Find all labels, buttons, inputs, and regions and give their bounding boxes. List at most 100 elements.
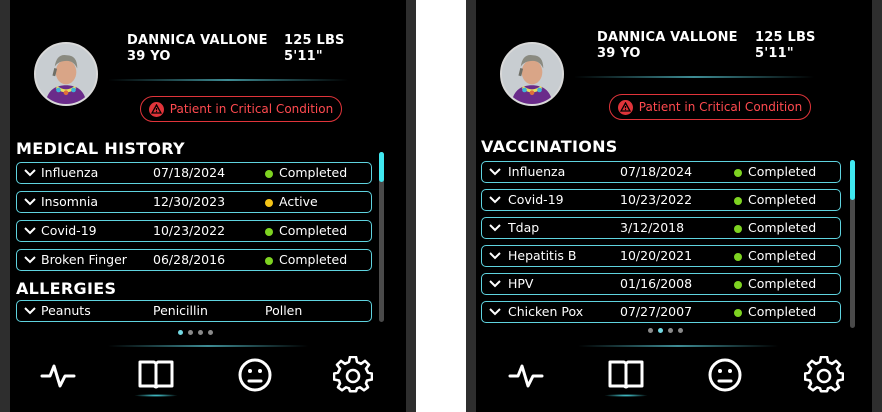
warning-triangle-icon bbox=[617, 99, 633, 115]
vaccine-date: 10/23/2022 bbox=[620, 192, 693, 207]
alert-text: Patient in Critical Condition bbox=[169, 102, 334, 116]
allergy-item: Pollen bbox=[265, 303, 303, 318]
neutral-face-icon[interactable] bbox=[235, 356, 275, 394]
section-title-medical-history: MEDICAL HISTORY bbox=[16, 139, 185, 158]
chevron-down-icon bbox=[24, 227, 36, 235]
patient-name: DANNICA VALLONE bbox=[597, 30, 738, 45]
pulse-icon[interactable] bbox=[38, 356, 78, 394]
vaccine-name: Chicken Pox bbox=[508, 304, 584, 319]
page-dot[interactable] bbox=[208, 330, 213, 335]
page-dot[interactable] bbox=[668, 328, 673, 333]
scrollbar[interactable] bbox=[850, 160, 855, 328]
neutral-face-icon[interactable] bbox=[705, 356, 745, 394]
status-label: Completed bbox=[748, 248, 817, 263]
status-dot bbox=[734, 253, 742, 261]
patient-weight: 125 LBS bbox=[284, 33, 345, 48]
page-dot[interactable] bbox=[678, 328, 683, 333]
patient-age: 39 YO bbox=[127, 49, 171, 64]
patient-height: 5'11" bbox=[284, 49, 323, 64]
status-label: Completed bbox=[748, 220, 817, 235]
scrollbar-thumb[interactable] bbox=[379, 152, 384, 182]
scrollbar-thumb[interactable] bbox=[850, 160, 855, 200]
nav-active-indicator bbox=[134, 394, 178, 397]
list-item[interactable]: Insomnia 12/30/2023 Active bbox=[16, 191, 372, 213]
scrollbar[interactable] bbox=[379, 152, 384, 322]
device-frame-left bbox=[466, 0, 476, 412]
book-icon[interactable] bbox=[606, 356, 646, 394]
vaccine-name: HPV bbox=[508, 276, 534, 291]
nav-active-indicator bbox=[604, 394, 648, 397]
nav-divider bbox=[108, 345, 308, 347]
list-item[interactable]: Broken Finger 06/28/2016 Completed bbox=[16, 249, 372, 271]
condition-name: Covid-19 bbox=[41, 223, 97, 238]
status-label: Completed bbox=[748, 304, 817, 319]
vaccine-date: 3/12/2018 bbox=[620, 220, 685, 235]
list-item[interactable]: Covid-19 10/23/2022 Completed bbox=[481, 189, 841, 211]
page-indicator bbox=[178, 330, 213, 335]
chevron-down-icon bbox=[24, 198, 36, 206]
list-item[interactable]: Influenza 07/18/2024 Completed bbox=[16, 162, 372, 184]
list-item[interactable]: Hepatitis B 10/20/2021 Completed bbox=[481, 245, 841, 267]
list-item[interactable]: Peanuts Penicillin Pollen bbox=[16, 300, 372, 322]
patient-weight: 125 LBS bbox=[755, 30, 816, 45]
section-title-allergies: ALLERGIES bbox=[16, 279, 117, 298]
chevron-down-icon bbox=[489, 280, 501, 288]
page-dot[interactable] bbox=[178, 330, 183, 335]
device-frame-left bbox=[0, 0, 10, 412]
book-icon[interactable] bbox=[136, 356, 176, 394]
critical-condition-alert[interactable]: Patient in Critical Condition bbox=[140, 96, 342, 122]
header-divider bbox=[108, 79, 348, 81]
vaccine-date: 10/20/2021 bbox=[620, 248, 693, 263]
patient-height: 5'11" bbox=[755, 46, 794, 61]
gear-icon[interactable] bbox=[333, 356, 373, 394]
page-indicator bbox=[648, 328, 683, 333]
list-item[interactable]: Tdap 3/12/2018 Completed bbox=[481, 217, 841, 239]
status-label: Completed bbox=[748, 192, 817, 207]
vaccine-name: Influenza bbox=[508, 164, 566, 179]
vaccine-date: 07/18/2024 bbox=[620, 164, 693, 179]
nav-divider bbox=[578, 345, 778, 347]
critical-condition-alert[interactable]: Patient in Critical Condition bbox=[609, 94, 811, 120]
status-label: Completed bbox=[279, 223, 348, 238]
device-frame-right bbox=[406, 0, 416, 412]
page-dot[interactable] bbox=[198, 330, 203, 335]
status-label: Completed bbox=[279, 252, 348, 267]
patient-screen-medical-history: DANNICA VALLONE 39 YO 125 LBS 5'11" Pati… bbox=[0, 0, 416, 412]
list-item[interactable]: HPV 01/16/2008 Completed bbox=[481, 273, 841, 295]
page-dot[interactable] bbox=[188, 330, 193, 335]
page-dot[interactable] bbox=[648, 328, 653, 333]
status-label: Completed bbox=[748, 164, 817, 179]
chevron-down-icon bbox=[489, 224, 501, 232]
chevron-down-icon bbox=[489, 168, 501, 176]
status-label: Active bbox=[279, 194, 318, 209]
section-title-vaccinations: VACCINATIONS bbox=[481, 137, 618, 156]
status-dot bbox=[734, 197, 742, 205]
vaccine-date: 07/27/2007 bbox=[620, 304, 693, 319]
alert-text: Patient in Critical Condition bbox=[638, 100, 803, 114]
list-item[interactable]: Influenza 07/18/2024 Completed bbox=[481, 161, 841, 183]
vaccine-name: Covid-19 bbox=[508, 192, 564, 207]
chevron-down-icon bbox=[24, 256, 36, 264]
chevron-down-icon bbox=[489, 252, 501, 260]
pulse-icon[interactable] bbox=[506, 356, 546, 394]
condition-name: Insomnia bbox=[41, 194, 99, 209]
condition-date: 07/18/2024 bbox=[153, 165, 226, 180]
header-divider bbox=[574, 76, 814, 78]
status-dot bbox=[734, 169, 742, 177]
status-dot bbox=[734, 225, 742, 233]
vaccine-name: Tdap bbox=[508, 220, 540, 235]
chevron-down-icon bbox=[489, 196, 501, 204]
list-item[interactable]: Chicken Pox 07/27/2007 Completed bbox=[481, 301, 841, 323]
allergy-item: Penicillin bbox=[153, 303, 208, 318]
condition-date: 06/28/2016 bbox=[153, 252, 226, 267]
list-item[interactable]: Covid-19 10/23/2022 Completed bbox=[16, 220, 372, 242]
status-label: Completed bbox=[279, 165, 348, 180]
page-dot[interactable] bbox=[658, 328, 663, 333]
status-dot bbox=[265, 228, 273, 236]
avatar[interactable] bbox=[500, 42, 564, 106]
device-frame-right bbox=[872, 0, 882, 412]
patient-screen-vaccinations: DANNICA VALLONE 39 YO 125 LBS 5'11" Pati… bbox=[466, 0, 882, 412]
gear-icon[interactable] bbox=[804, 356, 844, 394]
status-dot bbox=[265, 257, 273, 265]
avatar[interactable] bbox=[34, 42, 98, 106]
